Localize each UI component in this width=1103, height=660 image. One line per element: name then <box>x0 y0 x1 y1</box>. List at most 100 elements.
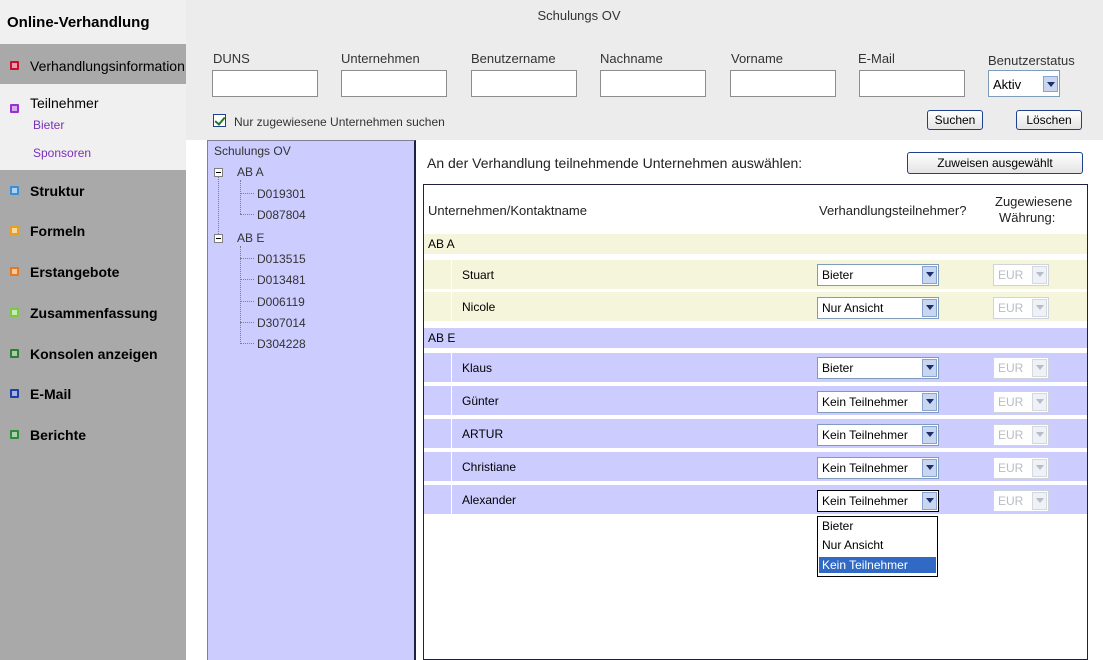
sidebar-subitem-bieter[interactable]: Bieter <box>33 118 64 132</box>
tree-collapse-icon[interactable] <box>214 168 223 177</box>
row-divider <box>424 383 1087 384</box>
tree-collapse-icon[interactable] <box>214 234 223 243</box>
clear-button[interactable]: Löschen <box>1016 110 1082 130</box>
assign-selected-button[interactable]: Zuweisen ausgewählt <box>907 152 1083 174</box>
role-select[interactable]: Kein Teilnehmer <box>817 391 939 413</box>
tree-connector <box>240 258 254 259</box>
page-title: Schulungs OV <box>537 8 621 23</box>
email-input[interactable] <box>859 70 965 97</box>
tree-leaf[interactable]: D304228 <box>257 337 306 351</box>
column-header-currency: Zugewiesene <box>995 194 1073 209</box>
dropdown-option-kein-teilnehmer[interactable]: Kein Teilnehmer <box>819 557 936 573</box>
sidebar-item-zusammenfassung[interactable]: Zusammenfassung <box>0 299 186 329</box>
role-value: Kein Teilnehmer <box>822 494 908 508</box>
bullet-icon <box>10 349 19 358</box>
duns-input[interactable] <box>212 70 318 97</box>
column-header-participant: Verhandlungsteilnehmer? <box>819 203 967 218</box>
bullet-icon <box>10 430 19 439</box>
chevron-down-icon <box>1032 299 1047 317</box>
sidebar-item-label: Teilnehmer <box>30 95 99 111</box>
table-row: ARTUR <box>424 419 1087 448</box>
chevron-down-icon <box>1032 426 1047 444</box>
sidebar-item-label: Konsolen anzeigen <box>30 346 158 362</box>
bullet-icon <box>10 389 19 398</box>
contact-name: ARTUR <box>462 427 504 441</box>
sidebar-item-erstangebote[interactable]: Erstangebote <box>0 258 186 288</box>
bullet-icon <box>10 267 19 276</box>
chevron-down-icon <box>1032 459 1047 477</box>
bullet-icon <box>10 308 19 317</box>
role-select-open[interactable]: Kein Teilnehmer <box>817 490 939 512</box>
nachname-input[interactable] <box>600 70 706 97</box>
sidebar-item-berichte[interactable]: Berichte <box>0 421 186 451</box>
vorname-label: Vorname <box>731 51 784 66</box>
table-row: Nicole <box>424 292 1087 321</box>
table-row: Stuart <box>424 260 1087 289</box>
sidebar-item-label: E-Mail <box>30 386 72 402</box>
tree-leaf[interactable]: D013515 <box>257 252 306 266</box>
role-value: Bieter <box>822 268 854 282</box>
tree-connector <box>240 180 241 214</box>
benutzername-input[interactable] <box>471 70 577 97</box>
sidebar-item-verhandlungsinformation[interactable]: Verhandlungsinformation <box>0 52 186 82</box>
currency-value: EUR <box>998 428 1024 442</box>
tree-leaf[interactable]: D006119 <box>257 295 305 309</box>
unternehmen-input[interactable] <box>341 70 447 97</box>
table-row: Christiane <box>424 452 1087 481</box>
tree-leaf[interactable]: D013481 <box>257 273 306 287</box>
search-button[interactable]: Suchen <box>927 110 983 130</box>
group-row-ab-a: AB A <box>424 234 1087 254</box>
contact-name: Stuart <box>462 268 495 282</box>
tree-connector <box>240 301 254 302</box>
group-label: AB A <box>428 237 455 251</box>
tree-leaf[interactable]: D019301 <box>257 187 306 201</box>
tree-root[interactable]: Schulungs OV <box>214 144 291 158</box>
chevron-down-icon <box>1032 393 1047 411</box>
tree-connector <box>240 214 254 215</box>
role-select[interactable]: Bieter <box>817 357 939 379</box>
benutzerstatus-label: Benutzerstatus <box>988 53 1075 68</box>
sidebar-item-email[interactable]: E-Mail <box>0 380 186 410</box>
row-divider <box>424 449 1087 450</box>
dropdown-option-nur-ansicht[interactable]: Nur Ansicht <box>819 537 936 553</box>
chevron-down-icon <box>1032 492 1047 510</box>
currency-value: EUR <box>998 361 1024 375</box>
currency-select: EUR <box>993 424 1049 446</box>
role-select[interactable]: Kein Teilnehmer <box>817 457 939 479</box>
app-title: Online-Verhandlung <box>7 14 150 31</box>
sidebar-item-konsolen[interactable]: Konsolen anzeigen <box>0 340 186 370</box>
sidebar-item-formeln[interactable]: Formeln <box>0 217 186 247</box>
sidebar-item-label: Erstangebote <box>30 264 120 280</box>
group-row-ab-e: AB E <box>424 328 1087 348</box>
role-select[interactable]: Bieter <box>817 264 939 286</box>
table-row: Klaus <box>424 353 1087 382</box>
chevron-down-icon <box>922 492 937 510</box>
tree-connector <box>240 343 254 344</box>
tree-leaf[interactable]: D307014 <box>257 316 306 330</box>
contact-name: Klaus <box>462 361 493 375</box>
role-value: Kein Teilnehmer <box>822 461 908 475</box>
dropdown-option-bieter[interactable]: Bieter <box>819 518 936 534</box>
role-dropdown-list: Bieter Nur Ansicht Kein Teilnehmer <box>817 516 938 577</box>
currency-select: EUR <box>993 490 1049 512</box>
tree-node-ab-a[interactable]: AB A <box>237 165 264 179</box>
currency-select: EUR <box>993 264 1049 286</box>
chevron-down-icon <box>922 299 937 317</box>
tree-connector <box>240 246 241 344</box>
sidebar-item-label: Struktur <box>30 183 85 199</box>
sidebar-item-teilnehmer[interactable]: Teilnehmer <box>0 92 186 122</box>
sidebar-subitem-sponsoren[interactable]: Sponsoren <box>33 146 91 160</box>
tree-leaf[interactable]: D087804 <box>257 208 306 222</box>
row-divider <box>424 416 1087 417</box>
nur-zugewiesene-checkbox[interactable] <box>213 114 226 127</box>
email-label: E-Mail <box>858 51 895 66</box>
currency-value: EUR <box>998 494 1024 508</box>
vorname-input[interactable] <box>730 70 836 97</box>
chevron-down-icon <box>922 359 937 377</box>
role-select[interactable]: Kein Teilnehmer <box>817 424 939 446</box>
currency-select: EUR <box>993 357 1049 379</box>
role-select[interactable]: Nur Ansicht <box>817 297 939 319</box>
tree-node-ab-e[interactable]: AB E <box>237 231 264 245</box>
benutzerstatus-select[interactable]: Aktiv <box>988 70 1060 97</box>
sidebar-item-struktur[interactable]: Struktur <box>0 177 186 207</box>
